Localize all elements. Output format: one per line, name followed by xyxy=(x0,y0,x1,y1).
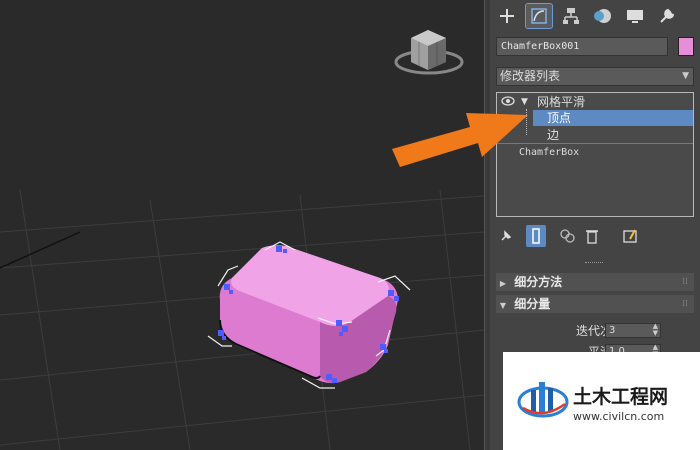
spinner-arrows-icon[interactable]: ▲▼ xyxy=(653,323,658,337)
curve-icon xyxy=(531,8,547,24)
motion-icon xyxy=(594,9,611,23)
rollout-drag-handle[interactable] xyxy=(585,262,603,266)
rollout-title: 细分量 xyxy=(514,297,551,311)
rollout-subdivision-method[interactable]: ▶ 细分方法 ⁞⁞ xyxy=(496,273,694,291)
object-name-field[interactable]: ChamferBox001 xyxy=(496,37,668,56)
make-unique-icon xyxy=(560,229,575,243)
show-end-result-button[interactable] xyxy=(526,225,546,247)
iterations-value: 3 xyxy=(609,325,616,336)
iterations-spinner[interactable]: 3 ▲ ▼ xyxy=(605,323,661,338)
collapsed-triangle-icon: ▶ xyxy=(499,279,507,288)
tab-motion[interactable] xyxy=(590,4,616,28)
iterations-row: 迭代次数: 3 ▲ ▼ xyxy=(496,322,694,340)
stack-subitem-vertex[interactable]: 顶点 xyxy=(533,110,693,126)
configure-icon xyxy=(623,229,637,243)
annotation-arrow-icon xyxy=(392,113,528,167)
end-result-icon xyxy=(532,228,540,244)
configure-modifier-sets-button[interactable] xyxy=(620,225,640,247)
rollout-title: 细分方法 xyxy=(514,275,563,289)
subitem-label: 边 xyxy=(547,128,560,142)
tab-create[interactable] xyxy=(494,4,520,28)
modifier-list-dropdown[interactable]: 修改器列表 ▼ xyxy=(496,67,694,86)
chevron-down-icon: ▼ xyxy=(682,71,689,81)
wrench-icon xyxy=(660,8,675,23)
expanded-triangle-icon: ▼ xyxy=(499,301,507,310)
tab-hierarchy[interactable] xyxy=(558,4,584,28)
watermark-title: 土木工程网 xyxy=(573,386,669,408)
remove-modifier-button[interactable] xyxy=(582,225,602,247)
display-icon xyxy=(627,10,643,23)
rollout-grip-icon: ⁞⁞ xyxy=(682,277,688,287)
viewcube-icon xyxy=(394,30,464,75)
rollout-grip-icon: ⁞⁞ xyxy=(682,299,688,309)
watermark-logo: 土木工程网 www.civilcn.com xyxy=(503,352,700,450)
tab-display[interactable] xyxy=(622,4,648,28)
civilcn-logo-icon xyxy=(517,382,569,418)
modifier-list-label: 修改器列表 xyxy=(500,69,561,83)
object-color-swatch[interactable] xyxy=(678,37,694,56)
rollout-subdivision-amount[interactable]: ▼ 细分量 ⁞⁞ xyxy=(496,295,694,313)
hierarchy-icon xyxy=(563,8,579,24)
plus-icon xyxy=(500,9,514,23)
stack-subitem-edge[interactable]: 边 xyxy=(533,127,693,143)
pin-icon xyxy=(501,230,512,241)
watermark-url: www.civilcn.com xyxy=(573,410,665,423)
make-unique-button[interactable] xyxy=(558,225,578,247)
trash-icon xyxy=(586,230,598,244)
pin-stack-button[interactable] xyxy=(496,225,516,247)
stack-modifier-label: 网格平滑 xyxy=(537,95,586,109)
tab-modify[interactable] xyxy=(525,3,553,29)
subitem-label: 顶点 xyxy=(547,111,572,125)
chamferbox-object xyxy=(219,245,398,384)
stack-toolbar xyxy=(496,225,694,247)
command-panel-tabs xyxy=(490,0,700,32)
tab-utilities[interactable] xyxy=(654,4,680,28)
perspective-viewport[interactable] xyxy=(0,0,484,450)
object-name-row: ChamferBox001 xyxy=(496,37,694,56)
